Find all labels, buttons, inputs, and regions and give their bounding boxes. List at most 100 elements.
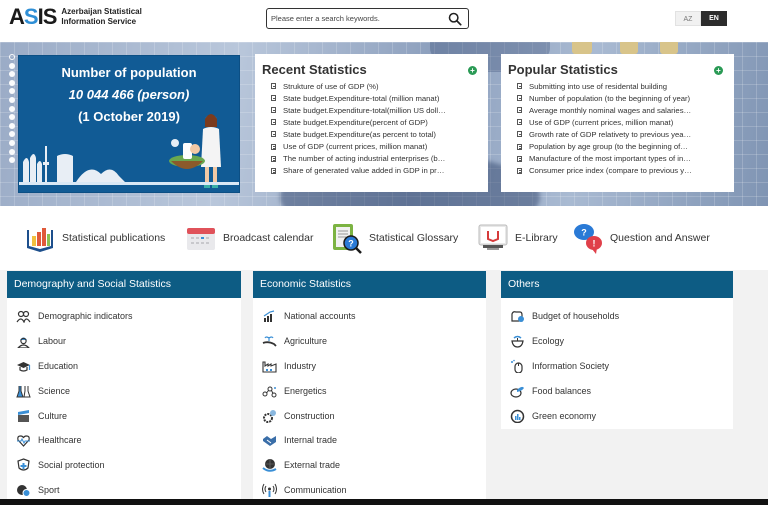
statistic-link-label: Number of population (to the beginning o…: [529, 93, 691, 103]
factory-icon: [261, 359, 277, 373]
slider-dot[interactable]: [9, 148, 15, 155]
lang-en-button[interactable]: EN: [701, 11, 727, 26]
document-icon: [517, 167, 522, 174]
category-item-label: Communication: [284, 484, 347, 495]
category-item[interactable]: Agriculture: [253, 329, 486, 354]
slider-dot[interactable]: [9, 131, 15, 138]
category-item[interactable]: Culture: [7, 403, 241, 428]
quick-link-question-and-answer[interactable]: ? ! Question and Answer: [572, 222, 710, 254]
site-logo[interactable]: ASIS Azerbaijan Statistical Information …: [9, 6, 142, 28]
slider-dot[interactable]: [9, 79, 15, 86]
logo-text-line2: Information Service: [61, 17, 137, 26]
slider-dot[interactable]: [9, 62, 15, 69]
category-item[interactable]: Education: [7, 354, 241, 379]
statistic-link[interactable]: Average monthly nominal wages and salari…: [517, 104, 692, 116]
document-icon: [271, 143, 276, 150]
plus-circle-icon[interactable]: +: [714, 66, 723, 75]
statistic-link[interactable]: State budget.Expenditure(percent of GDP): [271, 116, 446, 128]
plus-circle-icon[interactable]: +: [468, 66, 477, 75]
statistic-link[interactable]: State budget.Expenditure-total (million …: [271, 92, 446, 104]
category-header[interactable]: Demography and Social Statistics: [7, 271, 241, 298]
category-item[interactable]: Green economy: [501, 403, 733, 428]
calendar-icon: [187, 228, 215, 250]
growth-chart-icon: [261, 309, 277, 323]
category-item[interactable]: Healthcare: [7, 428, 241, 453]
category-header[interactable]: Others: [501, 271, 733, 298]
category-item[interactable]: Energetics: [253, 378, 486, 403]
document-icon: [271, 95, 276, 102]
statistic-link[interactable]: Number of population (to the beginning o…: [517, 92, 692, 104]
slider-dot[interactable]: [9, 88, 15, 95]
category-item-label: National accounts: [284, 311, 356, 322]
quick-link-label: Question and Answer: [610, 232, 710, 244]
category-item-label: Labour: [38, 336, 67, 347]
quick-link-statistical-glossary[interactable]: ? Statistical Glossary: [331, 222, 458, 254]
category-item[interactable]: Food balances: [501, 378, 733, 403]
statistic-link-label: State budget.Expenditure(percent of GDP): [283, 117, 428, 127]
document-icon: [517, 155, 522, 162]
slider-dot[interactable]: [9, 54, 15, 60]
category-list: National accounts Agriculture Industry Ener…: [253, 298, 486, 502]
statistic-link[interactable]: Population by age group (to the beginnin…: [517, 140, 692, 152]
category-item-label: Science: [38, 385, 71, 396]
statistic-link[interactable]: Submitting into use of residental buildi…: [517, 80, 692, 92]
quick-link-label: E-Library: [515, 232, 558, 244]
category-item[interactable]: Industry: [253, 354, 486, 379]
slider-dot[interactable]: [9, 139, 15, 146]
category-item[interactable]: Budget of households: [501, 304, 733, 329]
hero-banner: Number of population 10 044 466 (person)…: [0, 42, 768, 206]
category-item[interactable]: Demographic indicators: [7, 304, 241, 329]
slider-dot[interactable]: [9, 96, 15, 103]
publications-chart-icon: [27, 228, 53, 252]
quick-link-statistical-publications[interactable]: Statistical publications: [24, 222, 165, 254]
svg-text:?: ?: [348, 239, 354, 249]
gears-icon: [261, 409, 277, 423]
slider-dot[interactable]: [9, 122, 15, 129]
quick-link-e-library[interactable]: E-Library: [477, 222, 558, 254]
statistic-link[interactable]: Share of generated value added in GDP in…: [271, 165, 446, 177]
slider-dot[interactable]: [9, 105, 15, 112]
statistic-link[interactable]: Consumer price index (compare to previou…: [517, 165, 692, 177]
search-icon[interactable]: [448, 12, 462, 26]
window-bottom-edge: [0, 499, 768, 505]
category-item[interactable]: External trade: [253, 453, 486, 478]
category-item-label: Culture: [38, 410, 68, 421]
category-demography-social: Demography and Social Statistics Demogra…: [7, 271, 241, 500]
statistic-link[interactable]: Growth rate of GDP relativety to previou…: [517, 128, 692, 140]
header: ASIS Azerbaijan Statistical Information …: [0, 0, 768, 42]
category-item[interactable]: Ecology: [501, 329, 733, 354]
slide-title: Number of population: [61, 65, 197, 80]
category-item[interactable]: Science: [7, 378, 241, 403]
category-item[interactable]: National accounts: [253, 304, 486, 329]
statistic-link[interactable]: State budget.Expenditure(as percent to t…: [271, 128, 446, 140]
recent-statistics-title: Recent Statistics: [262, 62, 367, 77]
category-item[interactable]: Labour: [7, 329, 241, 354]
statistic-link[interactable]: Use of GDP (current prices, million mana…: [271, 140, 446, 152]
category-item[interactable]: Information Society: [501, 354, 733, 379]
quick-link-broadcast-calendar[interactable]: Broadcast calendar: [185, 222, 313, 254]
statistic-link[interactable]: Manufacture of the most important types …: [517, 153, 692, 165]
language-switch: AZ EN: [675, 11, 727, 26]
quick-link-label: Statistical publications: [62, 232, 166, 244]
statistic-link[interactable]: Use of GDP (current prices, million mana…: [517, 116, 692, 128]
category-item[interactable]: Construction: [253, 403, 486, 428]
statistic-link[interactable]: State budget.Expenditure-total(million U…: [271, 104, 446, 116]
search-input[interactable]: [271, 12, 441, 25]
slider-dot[interactable]: [9, 157, 15, 164]
category-item[interactable]: Internal trade: [253, 428, 486, 453]
category-item[interactable]: Social protection: [7, 453, 241, 478]
lang-az-button[interactable]: AZ: [675, 11, 701, 26]
statistic-link[interactable]: The number of acting industrial enterpri…: [271, 153, 446, 165]
document-icon: [517, 143, 522, 150]
svg-text:!: !: [593, 239, 596, 249]
slider-dot[interactable]: [9, 71, 15, 78]
slide-strip: [19, 182, 239, 185]
statistic-link[interactable]: Strukture of use of GDP (%): [271, 80, 446, 92]
statistic-link-label: Manufacture of the most important types …: [529, 154, 691, 164]
statistic-link-label: State budget.Expenditure-total (million …: [283, 93, 440, 103]
population-slide[interactable]: Number of population 10 044 466 (person)…: [18, 55, 240, 193]
category-item-label: Industry: [284, 360, 317, 371]
document-icon: [271, 83, 276, 90]
category-header[interactable]: Economic Statistics: [253, 271, 486, 298]
slider-dot[interactable]: [9, 114, 15, 121]
